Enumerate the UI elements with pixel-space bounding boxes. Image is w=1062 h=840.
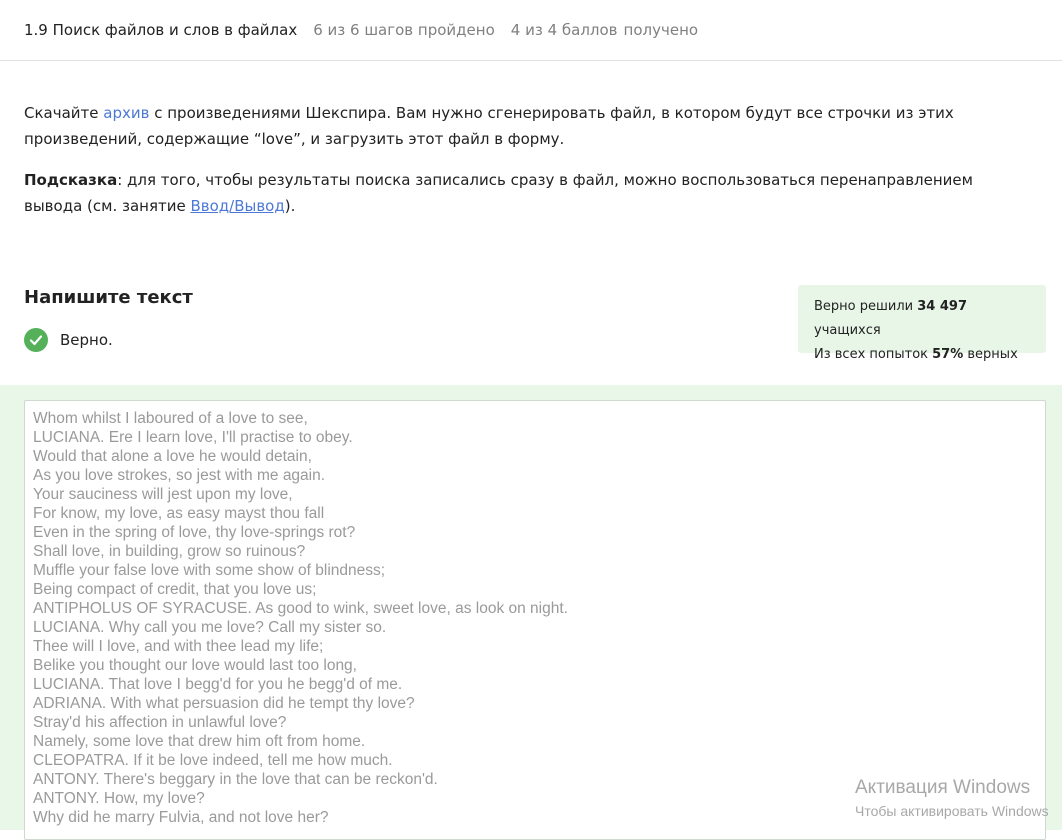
hint-paragraph: Подсказка: для того, чтобы результаты по…: [24, 167, 1034, 219]
verdict: Верно.: [24, 328, 113, 352]
textarea-line: Stray'd his affection in unlawful love?: [33, 714, 287, 731]
watermark-subtitle: Чтобы активировать Windows: [855, 803, 1049, 819]
solved-stat: Верно решили 34 497 учащихся: [814, 295, 1030, 343]
textarea-line: Even in the spring of love, thy love-spr…: [33, 524, 356, 541]
solved-count: 34 497: [917, 299, 968, 314]
textarea-line: Shall love, in building, grow so ruinous…: [33, 543, 306, 560]
solved-prefix: Верно решили: [814, 299, 918, 314]
score-progress: 4 из 4 баллов получено: [511, 21, 698, 39]
textarea-line: CLEOPATRA. If it be love indeed, tell me…: [33, 752, 393, 769]
score-suffix: получено: [623, 21, 699, 39]
textarea-line: ANTIPHOLUS OF SYRACUSE. As good to wink,…: [33, 600, 568, 617]
textarea-line: LUCIANA. Why call you me love? Call my s…: [33, 619, 387, 636]
stats-panel: Верно решили 34 497 учащихся Из всех поп…: [798, 285, 1046, 362]
task-text-prefix: Скачайте: [24, 104, 104, 122]
attempts-prefix: Из всех попыток: [814, 347, 933, 362]
textarea-line: Whom whilst I laboured of a love to see,: [33, 410, 308, 427]
textarea-line: Belike you thought our love would last t…: [33, 657, 357, 674]
check-icon: [24, 328, 48, 352]
attempts-percent: 57%: [932, 347, 964, 362]
hint-label: Подсказка: [24, 171, 118, 189]
textarea-line: ADRIANA. With what persuasion did he tem…: [33, 695, 415, 712]
answer-area: Whom whilst I laboured of a love to see,…: [0, 385, 1062, 840]
textarea-line: Your sauciness will jest upon my love,: [33, 486, 293, 503]
hint-end: ).: [284, 197, 296, 215]
verdict-text: Верно.: [60, 331, 113, 349]
task-description: Скачайте архив с произведениями Шекспира…: [24, 100, 1034, 234]
answer-textarea[interactable]: Whom whilst I laboured of a love to see,…: [24, 400, 1046, 840]
io-lesson-link[interactable]: Ввод/Вывод: [190, 197, 284, 215]
lesson-header: 1.9 Поиск файлов и слов в файлах 6 из 6 …: [0, 0, 1062, 61]
archive-link[interactable]: архив: [103, 104, 149, 122]
solved-suffix: учащихся: [814, 323, 881, 338]
textarea-line: As you love strokes, so jest with me aga…: [33, 467, 326, 484]
textarea-line: Being compact of credit, that you love u…: [33, 581, 317, 598]
windows-activation-watermark: Активация Windows Чтобы активировать Win…: [855, 776, 1049, 821]
textarea-line: LUCIANA. Ere I learn love, I'll practise…: [33, 429, 353, 446]
steps-progress: 6 из 6 шагов пройдено: [313, 21, 495, 39]
lesson-title[interactable]: 1.9 Поиск файлов и слов в файлах: [24, 21, 297, 39]
textarea-line: For know, my love, as easy mayst thou fa…: [33, 505, 325, 522]
answer-title: Напишите текст: [24, 287, 193, 308]
textarea-line: LUCIANA. That love I begg'd for you he b…: [33, 676, 403, 693]
score-count: 4 из 4 баллов: [510, 21, 618, 39]
task-text-suffix: с произведениями Шекспира. Вам нужно сге…: [24, 104, 954, 148]
textarea-line: Thee will I love, and with thee lead my …: [33, 638, 324, 655]
attempts-suffix: верных: [963, 347, 1018, 362]
attempts-stat: Из всех попыток 57% верных: [814, 343, 1030, 367]
task-paragraph: Скачайте архив с произведениями Шекспира…: [24, 100, 1034, 152]
watermark-title: Активация Windows: [855, 777, 1031, 798]
textarea-line: Namely, some love that drew him oft from…: [33, 733, 366, 750]
hint-text: : для того, чтобы результаты поиска запи…: [24, 171, 973, 215]
textarea-line: Would that alone a love he would detain,: [33, 448, 312, 465]
textarea-line: Muffle your false love with some show of…: [33, 562, 386, 579]
